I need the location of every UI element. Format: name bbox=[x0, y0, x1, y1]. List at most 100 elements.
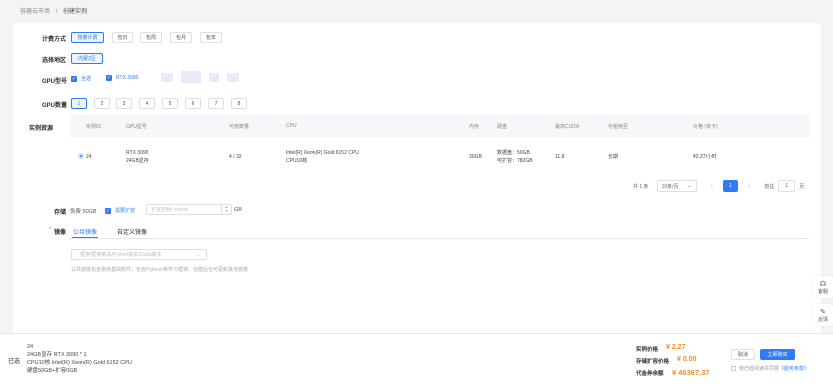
gpu-count-option[interactable]: 7 bbox=[208, 98, 224, 109]
column-header: 内存 bbox=[469, 115, 497, 137]
blurred-option bbox=[227, 73, 239, 82]
billing-label: 计费方式 bbox=[42, 37, 67, 43]
pagination: 共 1 条 10条/页 ⌄ ‹ 1 › 前往 1 页 bbox=[633, 180, 804, 192]
tab-public-image[interactable]: 公共镜像 bbox=[73, 227, 97, 236]
goto-page-input[interactable]: 1 bbox=[778, 180, 796, 192]
summary-line: 24 bbox=[27, 344, 34, 350]
billing-option-daily[interactable]: 包日 bbox=[112, 32, 133, 43]
image-select[interactable]: 框架/框架版本/Python版本/Cuda版本 ⌄ bbox=[71, 249, 207, 260]
breadcrumb-current: 创建实例 bbox=[63, 9, 88, 15]
blurred-option bbox=[209, 73, 219, 82]
tab-custom-image[interactable]: 自定义镜像 bbox=[117, 227, 147, 236]
gpu-count-option[interactable]: 5 bbox=[162, 98, 178, 109]
terms-agreement: 我已经阅读并同意 《服务条款》 bbox=[731, 365, 809, 372]
gpu-count-option[interactable]: 2 bbox=[94, 98, 110, 109]
billing-option-hourly[interactable]: 按量计费 bbox=[71, 32, 104, 43]
billing-option-yearly[interactable]: 包年 bbox=[200, 32, 222, 43]
cell-memory: 30GB bbox=[469, 154, 482, 160]
feedback-button[interactable]: ✎ 反馈 bbox=[813, 304, 833, 326]
cell-id: 24 bbox=[86, 154, 92, 160]
terms-text: 我已经阅读并同意 bbox=[739, 366, 780, 372]
required-mark: * bbox=[49, 227, 52, 233]
column-header: GPU型号 bbox=[126, 115, 229, 137]
cell-gpu: RTX 3090 24GB显存 bbox=[126, 150, 149, 164]
terms-link[interactable]: 《服务条款》 bbox=[779, 365, 809, 372]
breadcrumb-parent[interactable]: 容器云市场 bbox=[20, 9, 50, 15]
storage-expand-input[interactable]: 扩容范围0-782GB bbox=[146, 204, 232, 215]
column-header: CPU bbox=[286, 115, 469, 137]
selected-summary: 24 24GB显存 RTX 3090 * 1 CPU10核 Intel(R) X… bbox=[27, 343, 132, 375]
region-option[interactable]: 内蒙2区 bbox=[71, 53, 103, 64]
gpu-select-all-checkbox[interactable]: ✓ 全选 bbox=[71, 75, 91, 82]
pagination-total: 共 1 条 bbox=[633, 183, 649, 190]
feedback-label: 反馈 bbox=[817, 316, 828, 323]
gpu-count-option[interactable]: 4 bbox=[139, 98, 155, 109]
image-label: 镜像 bbox=[54, 230, 67, 236]
voucher-balance: ¥ 46367.37 bbox=[672, 368, 710, 377]
chevron-down-icon: ⌄ bbox=[687, 183, 692, 189]
blurred-option bbox=[161, 73, 173, 82]
image-hint: 公共镜像包含常用基础软件，包含Pytorch等学习框架，创建后也可更新其他镜像 bbox=[71, 267, 248, 273]
next-page-button[interactable]: › bbox=[748, 183, 750, 190]
check-icon: ✓ bbox=[71, 75, 77, 82]
terms-checkbox[interactable] bbox=[731, 366, 736, 371]
storage-unit: GB bbox=[234, 207, 242, 213]
page-unit-label: 页 bbox=[799, 183, 805, 190]
breadcrumb-separator: / bbox=[55, 9, 58, 15]
gpu-count-option[interactable]: 8 bbox=[231, 98, 247, 109]
gpu-count-option[interactable]: 1 bbox=[71, 98, 87, 109]
page-number-current[interactable]: 1 bbox=[722, 180, 738, 192]
goto-label: 前往 bbox=[764, 183, 775, 190]
check-icon: ✓ bbox=[106, 75, 112, 81]
create-button[interactable]: 立即购买 bbox=[760, 349, 795, 360]
instance-price: ¥ 2.27 bbox=[666, 344, 686, 351]
billing-option-weekly[interactable]: 包周 bbox=[140, 32, 162, 43]
customer-service-label: 客服 bbox=[817, 288, 828, 295]
cancel-button[interactable]: 取消 bbox=[731, 349, 755, 360]
summary-line: CPU10核 Intel(R) Xeon(R) Gold 6152 CPU bbox=[27, 360, 132, 366]
prev-page-button[interactable]: ‹ bbox=[711, 183, 713, 190]
gpu-rtx3090-checkbox[interactable]: ✓ RTX 3090 bbox=[106, 75, 138, 81]
storage-free: 免费 50GB bbox=[70, 209, 97, 215]
gpu-count-label: GPU数量 bbox=[42, 103, 68, 109]
storage-price-label: 存储扩容价格 bbox=[636, 359, 670, 365]
cell-disk: 数据盘：50GB 可扩容：782GB bbox=[497, 150, 533, 164]
gpu-count-option[interactable]: 6 bbox=[185, 98, 201, 109]
gpu-model-label: GPU型号 bbox=[42, 79, 68, 85]
storage-price: ¥ 0.00 bbox=[677, 356, 697, 363]
instance-price-label: 实例价格 bbox=[636, 347, 659, 353]
storage-expand-checkbox[interactable]: ✓ 需要扩容 bbox=[105, 207, 135, 214]
headset-icon: ☊ bbox=[819, 280, 827, 288]
gpu-rtx3090-label: RTX 3090 bbox=[116, 75, 139, 81]
customer-service-button[interactable]: ☊ 客服 bbox=[813, 276, 833, 298]
summary-line: 硬盘50GB+扩容0GB bbox=[27, 368, 78, 374]
selected-label: 已选 bbox=[8, 359, 21, 365]
balance-label: 代金券余额 bbox=[636, 371, 664, 377]
table-row[interactable]: 24 RTX 3090 24GB显存 4 / 32 Intel(R) Xeon(R… bbox=[70, 137, 810, 177]
breadcrumb: 容器云市场 / 创建实例 bbox=[20, 6, 87, 15]
tab-divider bbox=[70, 238, 809, 239]
page-size-value: 10条/页 bbox=[661, 183, 679, 190]
blurred-option bbox=[181, 71, 201, 83]
chevron-down-icon: ⌄ bbox=[195, 251, 200, 258]
table-header-row: 实例ID GPU型号 可用数量 CPU 内存 硬盘 最高CUDA 可租用至 价格… bbox=[70, 115, 810, 137]
billing-option-monthly[interactable]: 包月 bbox=[170, 32, 192, 43]
cell-available: 4 / 32 bbox=[229, 154, 242, 160]
cell-rent-until: 长期 bbox=[608, 154, 619, 160]
column-header: 实例ID bbox=[86, 115, 126, 137]
region-label: 选择地区 bbox=[42, 58, 67, 64]
storage-label: 存储 bbox=[54, 210, 67, 216]
storage-expand-placeholder: 扩容范围0-782GB bbox=[152, 206, 189, 212]
storage-stepper[interactable]: ▴ ▾ bbox=[221, 205, 231, 214]
column-header: 可用数量 bbox=[229, 115, 286, 137]
column-header: 价格 (单卡) bbox=[693, 115, 810, 137]
gpu-count-option[interactable]: 3 bbox=[116, 98, 132, 109]
check-icon: ✓ bbox=[105, 207, 111, 214]
row-radio[interactable] bbox=[78, 152, 84, 159]
page-size-select[interactable]: 10条/页 ⌄ bbox=[656, 180, 697, 192]
cell-price: ¥2.27/小时 bbox=[693, 154, 717, 160]
order-footer: 已选 24 24GB显存 RTX 3090 * 1 CPU10核 Intel(R… bbox=[0, 333, 833, 387]
edit-icon: ✎ bbox=[820, 308, 826, 316]
resources-table: 实例ID GPU型号 可用数量 CPU 内存 硬盘 最高CUDA 可租用至 价格… bbox=[70, 115, 810, 177]
resources-label: 实例资源 bbox=[29, 126, 54, 132]
